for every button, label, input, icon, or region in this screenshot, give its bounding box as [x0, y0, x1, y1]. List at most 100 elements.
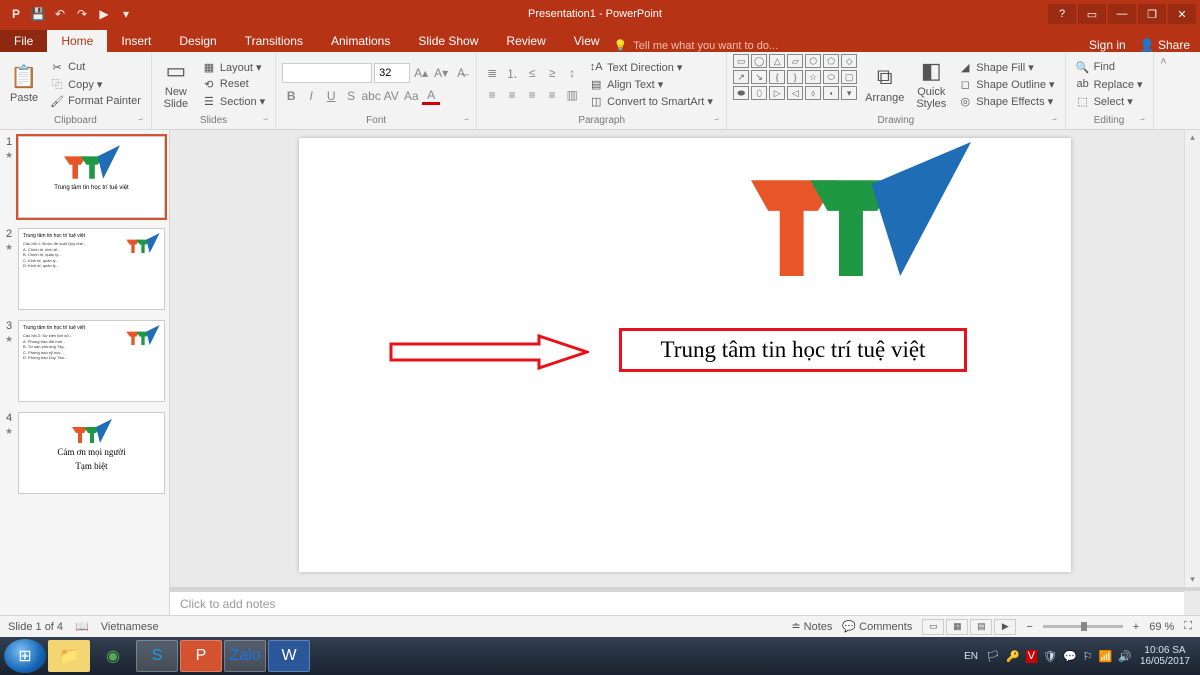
paste-button[interactable]: 📋 Paste: [6, 54, 42, 114]
align-left-button[interactable]: ≡: [483, 86, 501, 104]
spellcheck-icon[interactable]: 📖: [75, 620, 89, 633]
strike-button[interactable]: abc: [362, 87, 380, 105]
align-text-button[interactable]: ▤Align Text ▾: [585, 76, 717, 92]
grow-font-icon[interactable]: A▴: [412, 64, 430, 82]
bullets-button[interactable]: ≣: [483, 64, 501, 82]
select-button[interactable]: ⬚Select ▾: [1072, 93, 1147, 109]
layout-button[interactable]: ▦Layout ▾: [198, 59, 269, 75]
tray-network-icon[interactable]: 📶: [1099, 650, 1113, 663]
sorter-view-button[interactable]: ▦: [946, 619, 968, 635]
save-icon[interactable]: 💾: [30, 6, 46, 22]
title-textbox[interactable]: Trung tâm tin học trí tuệ việt: [619, 328, 967, 372]
copy-button[interactable]: ⿻Copy ▾: [46, 76, 145, 92]
reading-view-button[interactable]: ▤: [970, 619, 992, 635]
font-color-button[interactable]: A: [422, 87, 440, 105]
clear-format-icon[interactable]: A̶: [452, 64, 470, 82]
font-size-input[interactable]: [374, 63, 410, 83]
redo-icon[interactable]: ↷: [74, 6, 90, 22]
tab-slideshow[interactable]: Slide Show: [404, 30, 492, 52]
align-center-button[interactable]: ≡: [503, 86, 521, 104]
thumbnail-2[interactable]: 2★ Trung tâm tin học trí tuệ việt Câu hỏ…: [4, 228, 165, 310]
start-slideshow-icon[interactable]: ▶: [96, 6, 112, 22]
tab-design[interactable]: Design: [165, 30, 230, 52]
tray-unikey-icon[interactable]: V: [1026, 650, 1037, 663]
tab-transitions[interactable]: Transitions: [231, 30, 317, 52]
tell-me-search[interactable]: 💡 Tell me what you want to do...: [614, 39, 779, 52]
tab-animations[interactable]: Animations: [317, 30, 404, 52]
columns-button[interactable]: ▥: [563, 86, 581, 104]
shape-outline-button[interactable]: ◻Shape Outline ▾: [954, 76, 1058, 92]
normal-view-button[interactable]: ▭: [922, 619, 944, 635]
tab-file[interactable]: File: [0, 30, 47, 52]
collapse-ribbon-button[interactable]: ˄: [1154, 52, 1174, 129]
maximize-button[interactable]: ❐: [1138, 4, 1166, 24]
shrink-font-icon[interactable]: A▾: [432, 64, 450, 82]
underline-button[interactable]: U: [322, 87, 340, 105]
zoom-out-button[interactable]: −: [1026, 621, 1032, 633]
tray-security-icon[interactable]: 🛡: [1043, 650, 1057, 663]
bold-button[interactable]: B: [282, 87, 300, 105]
section-button[interactable]: ☰Section ▾: [198, 93, 269, 109]
format-painter-button[interactable]: 🖌Format Painter: [46, 93, 145, 109]
zalo-taskbar-button[interactable]: Zalo: [224, 640, 266, 672]
sign-in-link[interactable]: Sign in: [1089, 38, 1126, 52]
slide-canvas[interactable]: Trung tâm tin học trí tuệ việt ▴ ▾: [170, 130, 1200, 587]
notes-pane[interactable]: Click to add notes: [170, 591, 1184, 615]
quick-styles-button[interactable]: ◧ Quick Styles: [912, 54, 950, 114]
spacing-button[interactable]: AV: [382, 87, 400, 105]
start-button[interactable]: ⊞: [4, 639, 46, 673]
comments-toggle[interactable]: 💬 Comments: [842, 620, 912, 633]
vertical-scrollbar[interactable]: ▴ ▾: [1184, 130, 1200, 587]
thumbnail-1[interactable]: 1★ Trung tâm tin học trí tuệ việt: [4, 136, 165, 218]
tab-home[interactable]: Home: [47, 30, 107, 52]
shape-fill-button[interactable]: ◢Shape Fill ▾: [954, 59, 1058, 75]
coccoc-taskbar-button[interactable]: ◉: [92, 640, 134, 672]
change-case-button[interactable]: Aa: [402, 87, 420, 105]
find-button[interactable]: 🔍Find: [1072, 59, 1147, 75]
tab-view[interactable]: View: [560, 30, 614, 52]
powerpoint-taskbar-button[interactable]: P: [180, 640, 222, 672]
shape-effects-button[interactable]: ◎Shape Effects ▾: [954, 93, 1058, 109]
line-spacing-button[interactable]: ↕: [563, 64, 581, 82]
scroll-down-icon[interactable]: ▾: [1190, 574, 1195, 585]
word-taskbar-button[interactable]: W: [268, 640, 310, 672]
text-direction-button[interactable]: ↕AText Direction ▾: [585, 59, 717, 75]
tray-volume-icon[interactable]: 🔊: [1118, 650, 1132, 663]
smartart-button[interactable]: ◫Convert to SmartArt ▾: [585, 93, 717, 109]
zoom-percent[interactable]: 69 %: [1149, 621, 1174, 633]
tray-chat-icon[interactable]: 💬: [1063, 650, 1077, 663]
decrease-indent-button[interactable]: ≤: [523, 64, 541, 82]
ribbon-options-button[interactable]: ▭: [1078, 4, 1106, 24]
thumbnail-3[interactable]: 3★ Trung tâm tin học trí tuệ việt Câu hỏ…: [4, 320, 165, 402]
reset-button[interactable]: ⟲Reset: [198, 76, 269, 92]
cut-button[interactable]: ✂Cut: [46, 59, 145, 75]
language-indicator[interactable]: Vietnamese: [101, 621, 159, 633]
arrange-button[interactable]: ⧉ Arrange: [861, 54, 908, 114]
slideshow-view-button[interactable]: ▶: [994, 619, 1016, 635]
tab-insert[interactable]: Insert: [107, 30, 165, 52]
explorer-taskbar-button[interactable]: 📁: [48, 640, 90, 672]
italic-button[interactable]: I: [302, 87, 320, 105]
slide[interactable]: Trung tâm tin học trí tuệ việt: [299, 138, 1071, 572]
shadow-button[interactable]: S: [342, 87, 360, 105]
shapes-gallery[interactable]: ▭◯△▱⬡⬠◇ ↗↘{}☆⬭▢ ⬬⬯▷◁⬨⬪▾: [733, 54, 857, 114]
tray-key-icon[interactable]: 🔑: [1006, 650, 1020, 663]
replace-button[interactable]: abReplace ▾: [1072, 76, 1147, 92]
minimize-button[interactable]: —: [1108, 4, 1136, 24]
zoom-in-button[interactable]: +: [1133, 621, 1139, 633]
share-button[interactable]: 👤 Share: [1140, 38, 1190, 52]
align-right-button[interactable]: ≡: [523, 86, 541, 104]
fit-window-button[interactable]: ⛶: [1184, 620, 1192, 633]
scroll-up-icon[interactable]: ▴: [1190, 132, 1195, 143]
notes-toggle[interactable]: ≐ Notes: [791, 620, 832, 633]
tray-flag-icon[interactable]: 🏳: [986, 650, 1000, 663]
zoom-slider[interactable]: [1043, 625, 1123, 628]
font-name-input[interactable]: [282, 63, 372, 83]
taskbar-clock[interactable]: 10:06 SA 16/05/2017: [1140, 645, 1190, 667]
close-button[interactable]: ✕: [1168, 4, 1196, 24]
skype-taskbar-button[interactable]: S: [136, 640, 178, 672]
input-language[interactable]: EN: [964, 651, 978, 662]
numbering-button[interactable]: ⒈: [503, 64, 521, 82]
undo-icon[interactable]: ↶: [52, 6, 68, 22]
justify-button[interactable]: ≡: [543, 86, 561, 104]
